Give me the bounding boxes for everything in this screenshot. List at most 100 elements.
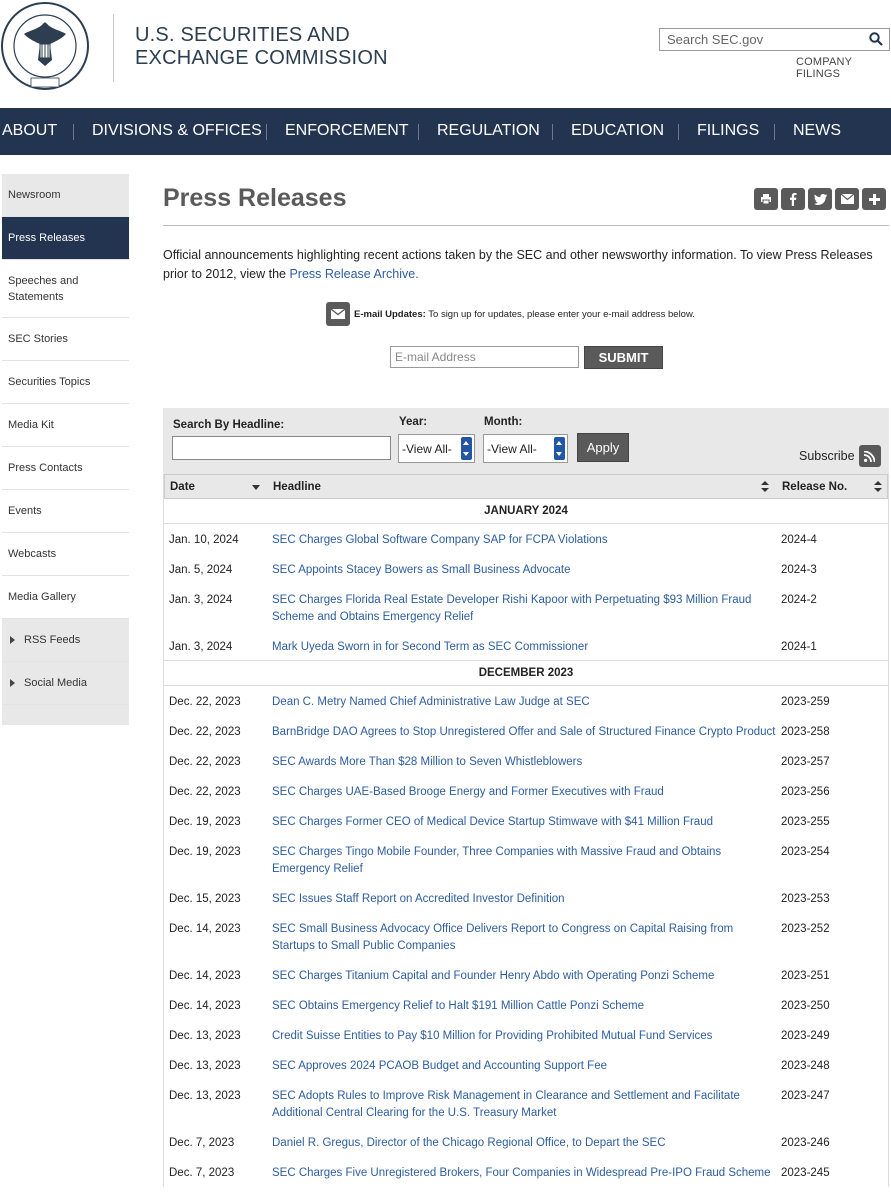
nav-education[interactable]: EDUCATION xyxy=(571,122,664,140)
table-row: Jan. 5, 2024 SEC Appoints Stacey Bowers a… xyxy=(164,554,888,584)
press-release-archive-link[interactable]: Press Release Archive. xyxy=(289,267,418,281)
row-headline-link[interactable]: SEC Approves 2024 PCAOB Budget and Accou… xyxy=(272,1058,777,1075)
sidebar-item-sec-stories[interactable]: SEC Stories xyxy=(2,318,129,361)
row-date: Dec. 13, 2023 xyxy=(169,1090,241,1102)
sort-descending-icon[interactable] xyxy=(252,485,260,490)
sidebar-item-rss-feeds[interactable]: RSS Feeds xyxy=(2,619,129,662)
twitter-icon[interactable] xyxy=(808,188,832,210)
row-headline-link[interactable]: SEC Charges Global Software Company SAP … xyxy=(272,532,777,549)
sidebar-item-press-releases[interactable]: Press Releases xyxy=(2,217,129,260)
year-select[interactable]: -View All- xyxy=(398,434,475,463)
row-release-no: 2024-2 xyxy=(781,594,817,606)
sidebar-item-securities-topics[interactable]: Securities Topics xyxy=(2,361,129,404)
table-row: Jan. 3, 2024 Mark Uyeda Sworn in for Seco… xyxy=(164,631,888,661)
row-headline-link[interactable]: SEC Issues Staff Report on Accredited In… xyxy=(272,891,777,908)
nav-separator xyxy=(552,124,553,140)
subscribe-link[interactable]: Subscribe xyxy=(799,445,881,467)
row-headline-link[interactable]: SEC Charges Tingo Mobile Founder, Three … xyxy=(272,844,777,878)
nav-divisions-offices[interactable]: DIVISIONS & OFFICES xyxy=(92,122,262,140)
month-select[interactable]: -View All- xyxy=(483,434,568,463)
row-headline-link[interactable]: SEC Charges UAE-Based Brooge Energy and … xyxy=(272,784,777,801)
sidebar-item-speeches[interactable]: Speeches and Statements xyxy=(2,260,129,318)
row-date: Jan. 5, 2024 xyxy=(169,564,233,576)
row-date: Jan. 10, 2024 xyxy=(169,534,239,546)
caret-right-icon xyxy=(10,636,15,644)
row-headline-link[interactable]: SEC Appoints Stacey Bowers as Small Busi… xyxy=(272,562,777,579)
nav-enforcement[interactable]: ENFORCEMENT xyxy=(285,122,409,140)
row-headline-link[interactable]: Mark Uyeda Sworn in for Second Term as S… xyxy=(272,639,777,656)
row-release-no: 2024-3 xyxy=(781,564,817,576)
table-row: Dec. 19, 2023 SEC Charges Tingo Mobile Fo… xyxy=(164,836,888,883)
sec-seal-logo[interactable] xyxy=(0,0,90,100)
nav-regulation[interactable]: REGULATION xyxy=(437,122,540,140)
submit-button[interactable]: SUBMIT xyxy=(584,346,663,369)
table-row: Dec. 22, 2023 SEC Awards More Than $28 Mi… xyxy=(164,746,888,776)
sidebar-item-events[interactable]: Events xyxy=(2,490,129,533)
table-row: Dec. 14, 2023 SEC Charges Titanium Capita… xyxy=(164,960,888,990)
column-header-headline[interactable]: Headline xyxy=(273,481,321,493)
nav-separator xyxy=(418,124,419,140)
sidebar-item-social-media[interactable]: Social Media xyxy=(2,662,129,705)
row-headline-link[interactable]: Credit Suisse Entities to Pay $10 Millio… xyxy=(272,1028,777,1045)
main-nav: ABOUT DIVISIONS & OFFICES ENFORCEMENT RE… xyxy=(0,108,891,155)
row-headline-link[interactable]: SEC Awards More Than $28 Million to Seve… xyxy=(272,754,777,771)
row-release-no: 2023-249 xyxy=(781,1030,830,1042)
email-updates: E-mail Updates: To sign up for updates, … xyxy=(326,302,695,326)
search-input[interactable] xyxy=(660,29,860,50)
nav-about[interactable]: ABOUT xyxy=(2,122,57,140)
email-field[interactable] xyxy=(390,346,579,368)
row-release-no: 2023-258 xyxy=(781,726,830,738)
nav-news[interactable]: NEWS xyxy=(793,122,841,140)
row-headline-link[interactable]: SEC Adopts Rules to Improve Risk Managem… xyxy=(272,1088,777,1122)
sidebar-item-webcasts[interactable]: Webcasts xyxy=(2,533,129,576)
rss-icon[interactable] xyxy=(858,445,881,467)
row-release-no: 2023-253 xyxy=(781,893,830,905)
press-release-table: Date Headline Release No. JANUARY 2024 J… xyxy=(163,474,889,1187)
row-headline-link[interactable]: Daniel R. Gregus, Director of the Chicag… xyxy=(272,1135,777,1152)
row-release-no: 2023-251 xyxy=(781,970,830,982)
row-headline-link[interactable]: SEC Charges Titanium Capital and Founder… xyxy=(272,968,777,985)
row-date: Dec. 14, 2023 xyxy=(169,970,241,982)
site-header: U.S. SECURITIES AND EXCHANGE COMMISSION … xyxy=(0,0,891,108)
row-date: Dec. 22, 2023 xyxy=(169,756,241,768)
sidebar-item-media-kit[interactable]: Media Kit xyxy=(2,404,129,447)
nav-filings[interactable]: FILINGS xyxy=(697,122,759,140)
more-share-icon[interactable] xyxy=(862,188,886,210)
row-headline-link[interactable]: BarnBridge DAO Agrees to Stop Unregister… xyxy=(272,724,777,741)
agency-name[interactable]: U.S. SECURITIES AND EXCHANGE COMMISSION xyxy=(135,24,388,70)
sort-icon[interactable] xyxy=(874,481,882,493)
table-row: Dec. 14, 2023 SEC Obtains Emergency Relie… xyxy=(164,990,888,1020)
row-release-no: 2023-247 xyxy=(781,1090,830,1102)
row-release-no: 2023-250 xyxy=(781,1000,830,1012)
row-date: Dec. 19, 2023 xyxy=(169,846,241,858)
nav-separator xyxy=(774,124,775,140)
column-header-date[interactable]: Date xyxy=(170,481,195,493)
headline-search-input[interactable] xyxy=(172,436,391,460)
apply-button[interactable]: Apply xyxy=(577,433,629,462)
table-row: Dec. 13, 2023 SEC Adopts Rules to Improve… xyxy=(164,1080,888,1127)
title-divider xyxy=(163,225,889,226)
print-icon[interactable] xyxy=(754,188,778,210)
agency-name-line1: U.S. SECURITIES AND xyxy=(135,24,350,46)
row-headline-link[interactable]: SEC Charges Florida Real Estate Develope… xyxy=(272,592,777,626)
table-row: Dec. 15, 2023 SEC Issues Staff Report on … xyxy=(164,883,888,913)
sidebar-item-newsroom[interactable]: Newsroom xyxy=(2,174,129,217)
company-filings-link[interactable]: COMPANY FILINGS xyxy=(796,56,891,80)
row-headline-link[interactable]: SEC Charges Five Unregistered Brokers, F… xyxy=(272,1165,777,1182)
envelope-icon xyxy=(326,302,350,326)
sort-icon[interactable] xyxy=(761,481,769,493)
row-headline-link[interactable]: Dean C. Metry Named Chief Administrative… xyxy=(272,694,777,711)
sidebar-item-press-contacts[interactable]: Press Contacts xyxy=(2,447,129,490)
search-icon[interactable] xyxy=(869,32,883,46)
email-share-icon[interactable] xyxy=(835,188,859,210)
row-date: Dec. 13, 2023 xyxy=(169,1030,241,1042)
row-headline-link[interactable]: SEC Charges Former CEO of Medical Device… xyxy=(272,814,777,831)
facebook-icon[interactable] xyxy=(781,188,805,210)
table-row: Dec. 22, 2023 SEC Charges UAE-Based Broog… xyxy=(164,776,888,806)
row-headline-link[interactable]: SEC Small Business Advocacy Office Deliv… xyxy=(272,921,777,955)
table-row: Dec. 14, 2023 SEC Small Business Advocacy… xyxy=(164,913,888,960)
column-header-release-no[interactable]: Release No. xyxy=(782,481,847,493)
row-release-no: 2023-246 xyxy=(781,1137,830,1149)
row-headline-link[interactable]: SEC Obtains Emergency Relief to Halt $19… xyxy=(272,998,777,1015)
sidebar-item-media-gallery[interactable]: Media Gallery xyxy=(2,576,129,619)
